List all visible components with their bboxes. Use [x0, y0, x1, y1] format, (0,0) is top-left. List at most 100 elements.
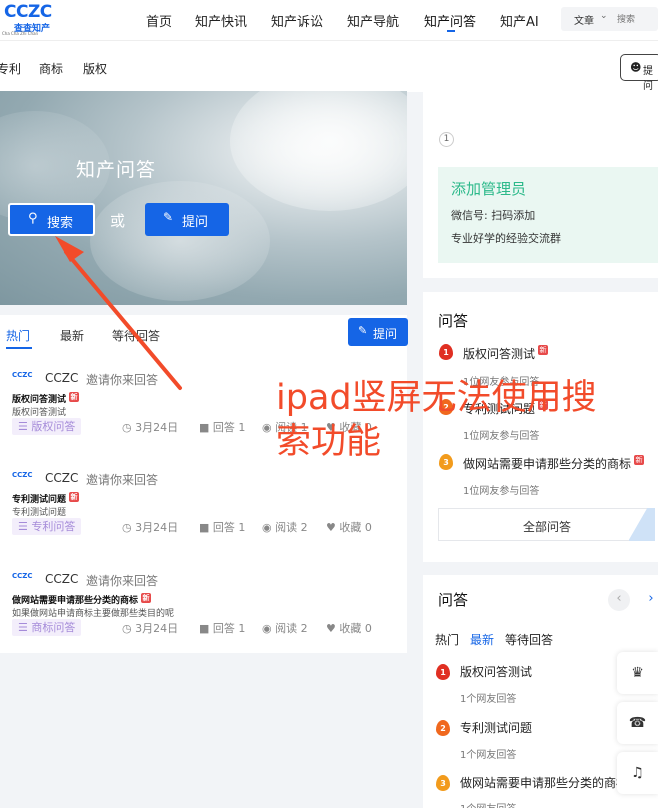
question-title[interactable]: 做网站需要申请那些分类的商标新	[12, 593, 152, 606]
all-questions-button[interactable]: 全部问答	[438, 508, 655, 541]
question-user[interactable]: CCZC	[45, 471, 78, 485]
user-avatar: CCZC	[12, 572, 36, 584]
hero-or-text: 或	[110, 212, 126, 230]
category-copyright[interactable]: 版权	[83, 60, 107, 77]
question-desc: 如果做网站申请商标主要做那些类目的呢	[12, 609, 175, 619]
eye-icon: ◉	[262, 421, 276, 434]
question-reads: ◉ 阅读 2	[262, 620, 308, 636]
avatar-logo-text: CCZC	[12, 471, 33, 479]
question-user[interactable]: CCZC	[45, 371, 78, 385]
category-trademark[interactable]: 商标	[39, 60, 63, 77]
question-tag[interactable]: ☰ 商标问答	[12, 619, 82, 636]
question-tag[interactable]: ☰ 专利问答	[12, 518, 82, 535]
question-tag-label: 专利问答	[31, 520, 76, 533]
list-ask-label: 提问	[373, 327, 398, 341]
header-search: 文章 ⌄	[561, 7, 658, 31]
sidebar-qa-item-title[interactable]: 版权问答测试新	[463, 345, 549, 362]
hero-cloud	[230, 91, 407, 211]
user-icon: ☻	[630, 61, 642, 74]
hero-ask-button[interactable]: ✎ 提问	[145, 203, 229, 236]
nav-ai[interactable]: 知产AI	[500, 11, 539, 30]
top-navigation-bar: CCZC 查查知产 Cha Cha Zhi Chan 首页 知产快讯 知产诉讼 …	[0, 0, 658, 40]
new-badge: 新	[538, 345, 549, 355]
headset-icon[interactable]: ☎	[617, 702, 658, 744]
admin-info-box[interactable]: 添加管理员 微信号: 扫码添加 专业好学的经验交流群	[438, 167, 658, 263]
prev-arrow-icon[interactable]: ‹	[608, 589, 630, 611]
question-invite: 邀请你来回答	[86, 574, 159, 588]
search-type-select[interactable]: 文章	[574, 12, 594, 27]
answers-text: 回答 1	[212, 521, 246, 534]
floating-toolbar: ♛ ☎ ♫	[617, 652, 658, 808]
category-patent[interactable]: 专利	[0, 60, 21, 77]
nav-litigation[interactable]: 知产诉讼	[271, 11, 323, 30]
list-item[interactable]: CCZC CCZC 邀请你来回答 专利测试问题新 专利测试问题 ☰ 专利问答 ◷…	[0, 457, 407, 557]
hero-ask-label: 提问	[182, 215, 209, 230]
category-bar: 专利 商标 版权 ☻ 提问	[0, 40, 658, 92]
hero-search-button[interactable]: ⚲ 搜索	[8, 203, 95, 236]
logo-tagline: Cha Cha Zhi Chan	[2, 31, 39, 36]
sidebar-qa2-item-title[interactable]: 做网站需要申请那些分类的商标	[460, 774, 628, 791]
rank-flame-icon: 3	[436, 775, 450, 791]
question-user[interactable]: CCZC	[45, 572, 78, 586]
new-badge: 新	[634, 455, 645, 465]
eye-icon: ◉	[262, 521, 276, 534]
question-invite: 邀请你来回答	[86, 473, 159, 487]
ask-question-button[interactable]: ☻ 提问	[620, 54, 658, 92]
all-questions-label: 全部问答	[523, 520, 572, 534]
list-ask-button[interactable]: ✎ 提问	[348, 318, 408, 346]
question-tag[interactable]: ☰ 版权问答	[12, 418, 82, 435]
nav-news[interactable]: 知产快讯	[195, 11, 247, 30]
sidebar-tab-waiting[interactable]: 等待回答	[505, 631, 553, 648]
sidebar-admin-card: 1 添加管理员 微信号: 扫码添加 专业好学的经验交流群	[423, 92, 658, 278]
user-avatar: CCZC	[12, 371, 36, 383]
question-title[interactable]: 专利测试问题新	[12, 492, 80, 505]
heart-icon: ♥	[326, 622, 340, 635]
logo-text: CCZC	[4, 2, 52, 22]
sidebar-tab-latest[interactable]: 最新	[470, 631, 494, 648]
tab-latest[interactable]: 最新	[60, 327, 84, 344]
admin-group-desc: 专业好学的经验交流群	[451, 232, 561, 245]
reads-text: 阅读 2	[275, 622, 308, 635]
question-invite: 邀请你来回答	[86, 373, 159, 387]
sidebar-qa2-item-sub: 1个网友回答	[460, 694, 517, 705]
list-item[interactable]: CCZC CCZC 邀请你来回答 做网站需要申请那些分类的商标新 如果做网站申请…	[0, 558, 407, 658]
nav-qa[interactable]: 知产问答	[424, 11, 476, 30]
question-title[interactable]: 版权问答测试新	[12, 392, 80, 405]
sidebar-tab-hot[interactable]: 热门	[435, 631, 459, 648]
eye-icon: ◉	[262, 622, 276, 635]
nav-directory[interactable]: 知产导航	[347, 11, 399, 30]
new-badge: 新	[69, 392, 80, 402]
question-answers: ■ 回答 1	[199, 620, 245, 636]
pencil-icon: ✎	[358, 324, 368, 337]
heart-icon: ♥	[326, 521, 340, 534]
answers-text: 回答 1	[212, 421, 246, 434]
crown-icon[interactable]: ♛	[617, 652, 658, 694]
date-text: 3月24日	[135, 622, 179, 635]
sidebar-qa2-item-title[interactable]: 专利测试问题	[460, 719, 532, 736]
chevron-down-icon[interactable]: ⌄	[600, 11, 608, 21]
nav-home[interactable]: 首页	[146, 11, 172, 30]
question-date: ◷ 3月24日	[122, 419, 178, 435]
layers-icon: ☰	[18, 520, 32, 533]
active-nav-indicator	[447, 30, 455, 32]
site-logo[interactable]: CCZC 查查知产 Cha Cha Zhi Chan	[0, 2, 60, 36]
header-search-input[interactable]	[617, 10, 655, 28]
next-arrow-icon[interactable]: ›	[640, 589, 658, 611]
question-date: ◷ 3月24日	[122, 519, 178, 535]
comment-icon: ■	[199, 521, 213, 534]
question-reads: ◉ 阅读 2	[262, 519, 308, 535]
avatar-logo-text: CCZC	[12, 572, 33, 580]
question-answers: ■ 回答 1	[199, 419, 245, 435]
rank-flame-icon: 1	[439, 344, 453, 360]
tab-waiting[interactable]: 等待回答	[112, 327, 160, 344]
sidebar-qa2-item-title[interactable]: 版权问答测试	[460, 663, 532, 680]
clock-icon: ◷	[122, 622, 136, 635]
sidebar-qa2-title: 问答	[438, 591, 469, 609]
question-favorites[interactable]: ♥ 收藏 0	[326, 620, 372, 636]
sidebar-qa2-item-sub: 1个网友回答	[460, 800, 516, 808]
tab-hot[interactable]: 热门	[6, 327, 30, 344]
question-favorites[interactable]: ♥ 收藏 0	[326, 519, 372, 535]
sidebar-qa-item-text: 版权问答测试	[463, 347, 536, 361]
search-icon: ⚲	[28, 211, 38, 226]
bell-icon[interactable]: ♫	[617, 752, 658, 794]
